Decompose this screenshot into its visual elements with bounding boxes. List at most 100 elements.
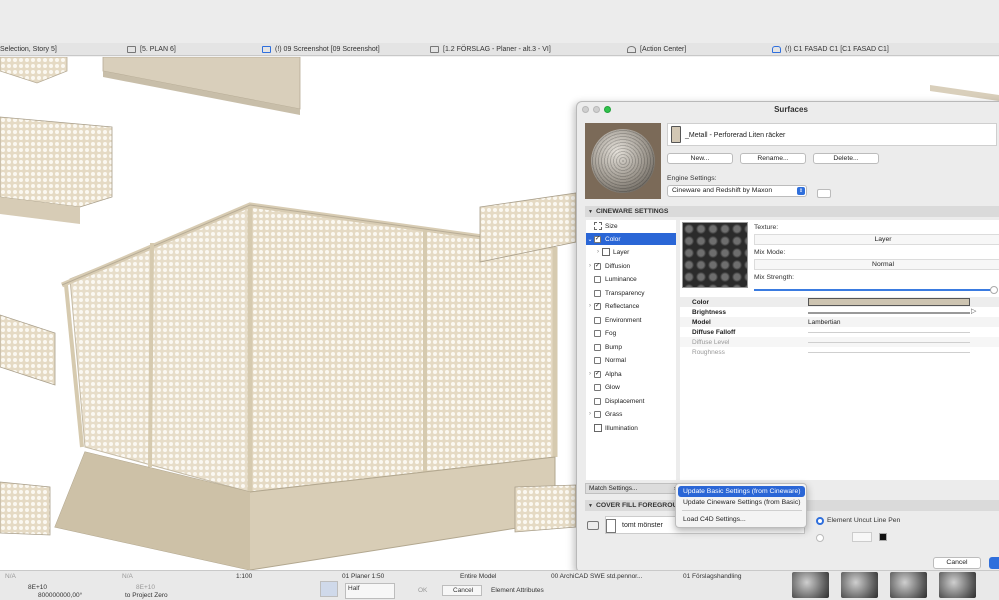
material-thumbnail-1[interactable] [792, 572, 829, 598]
layer-combination-value[interactable]: 01 Planer 1:50 [342, 573, 384, 580]
window-controls [582, 106, 611, 113]
tree-item-size[interactable]: Size [586, 220, 676, 232]
tree-item-alpha[interactable]: › ✓ Alpha [586, 368, 676, 380]
engine-info-icon[interactable] [817, 189, 831, 198]
model-view-value[interactable]: Entire Model [460, 573, 497, 580]
tree-item-transparency[interactable]: Transparency [586, 287, 676, 299]
tree-label: Environment [605, 316, 642, 324]
uncut-line-radio[interactable] [816, 517, 824, 525]
bump-checkbox[interactable] [594, 343, 601, 351]
pen-number-field[interactable] [852, 532, 872, 542]
cineware-settings-header[interactable]: ▼ CINEWARE SETTINGS [585, 206, 999, 217]
prop-name: Brightness [692, 308, 726, 316]
menu-item-update-basic[interactable]: Update Basic Settings (from Cineware) [678, 486, 805, 497]
window-toolbar [0, 0, 999, 43]
toolbar-toggle-icon[interactable] [320, 581, 338, 597]
project-zero-label[interactable]: to Project Zero [125, 592, 168, 599]
zoom-window-button[interactable] [604, 106, 611, 113]
tab-selection[interactable]: Selection, Story 5] [0, 43, 57, 56]
action-center-icon [627, 46, 636, 53]
pen-set-value[interactable]: 00 ArchiCAD SWE std.pennor... [551, 573, 642, 580]
glow-checkbox[interactable] [594, 383, 601, 391]
minimize-window-button[interactable] [593, 106, 600, 113]
tab-plan-6[interactable]: [5. PLAN 6] [127, 43, 176, 56]
material-thumbnail-3[interactable] [890, 572, 927, 598]
tree-label: Alpha [605, 370, 622, 378]
scale-value[interactable]: 1:100 [236, 573, 252, 580]
tree-item-bump[interactable]: Bump [586, 341, 676, 353]
triangle-right-icon: ▷ [971, 308, 977, 315]
delta-x-value: 8E+10 [28, 584, 47, 591]
transparency-checkbox[interactable] [594, 289, 601, 297]
match-settings-button[interactable]: Match Settings...› [585, 483, 680, 494]
menu-item-load-c4d[interactable]: Load C4D Settings... [678, 514, 805, 525]
color-bar[interactable] [808, 298, 970, 306]
material-preview [585, 123, 661, 199]
normal-checkbox[interactable] [594, 356, 601, 364]
mix-strength-handle[interactable] [990, 286, 998, 294]
color-checkbox[interactable]: ✓ [594, 235, 601, 243]
material-name-field[interactable]: _Metall - Perforerad Liten räcker [667, 123, 997, 146]
fog-checkbox[interactable] [594, 329, 601, 337]
pen-color-swatch[interactable] [879, 533, 887, 541]
tree-label: Displacement [605, 397, 645, 405]
ok-button[interactable] [989, 557, 999, 569]
tree-item-color[interactable]: ⌄ ✓ Color [586, 233, 676, 245]
new-button[interactable]: New... [667, 153, 733, 164]
cancel-status-button[interactable]: Cancel [442, 585, 482, 596]
cancel-button[interactable]: Cancel [933, 557, 981, 569]
tree-label: Color [605, 235, 621, 243]
alpha-checkbox[interactable]: ✓ [594, 370, 601, 378]
graphic-override-value[interactable]: 01 Förslagshandling [683, 573, 742, 580]
tree-item-environment[interactable]: Environment [586, 314, 676, 326]
delete-button[interactable]: Delete... [813, 153, 879, 164]
tab-forslag[interactable]: [1.2 FÖRSLAG - Planer - alt.3 - VI] [430, 43, 551, 56]
material-thumbnail-2[interactable] [841, 572, 878, 598]
cover-fill-label: COVER FILL FOREGROUN [595, 502, 683, 509]
tree-item-illumination[interactable]: Illumination [586, 422, 676, 434]
close-window-button[interactable] [582, 106, 589, 113]
material-name: _Metall - Perforerad Liten räcker [685, 132, 786, 139]
menu-item-update-cineware[interactable]: Update Cineware Settings (from Basic) [678, 497, 805, 508]
material-thumbnail-4[interactable] [939, 572, 976, 598]
half-field[interactable]: Half [345, 583, 395, 599]
engine-select[interactable]: Cineware and Redshift by Maxon ⇕ [667, 185, 807, 197]
match-settings-label: Match Settings... [589, 485, 638, 492]
texture-field[interactable]: Layer [754, 234, 999, 245]
brightness-slider[interactable] [808, 312, 970, 314]
layout-icon [430, 46, 439, 53]
tree-item-reflectance[interactable]: › ✓ Reflectance [586, 300, 676, 312]
prop-model[interactable]: Model Lambertian [680, 317, 999, 327]
tree-item-displacement[interactable]: Displacement [586, 395, 676, 407]
luminance-checkbox[interactable] [594, 275, 601, 283]
chevron-right-icon: › [589, 371, 591, 377]
tree-item-normal[interactable]: Normal [586, 354, 676, 366]
tree-item-fog[interactable]: Fog [586, 327, 676, 339]
diffuse-falloff-slider[interactable] [808, 332, 970, 333]
mix-mode-field[interactable]: Normal [754, 259, 999, 270]
tree-label: Bump [605, 343, 622, 351]
tree-item-grass[interactable]: › Grass [586, 408, 676, 420]
tree-item-layer[interactable]: › Layer [586, 246, 676, 258]
element-attributes-dropdown[interactable]: Element Attributes [491, 587, 544, 594]
material-color-swatch [671, 126, 681, 143]
tab-fasad-c1[interactable]: (!) C1 FASAD C1 [C1 FASAD C1] [772, 43, 889, 56]
reflectance-checkbox[interactable]: ✓ [594, 302, 601, 310]
tab-label: (!) C1 FASAD C1 [C1 FASAD C1] [785, 46, 889, 53]
tab-action-center[interactable]: [Action Center] [627, 43, 686, 56]
ok-status-button[interactable]: OK [418, 587, 427, 594]
tree-item-luminance[interactable]: Luminance [586, 273, 676, 285]
displacement-checkbox[interactable] [594, 397, 601, 405]
rename-button[interactable]: Rename... [740, 153, 806, 164]
texture-preview [682, 222, 748, 288]
tree-item-glow[interactable]: Glow [586, 381, 676, 393]
diffusion-checkbox[interactable]: ✓ [594, 262, 601, 270]
environment-checkbox[interactable] [594, 316, 601, 324]
tree-item-diffusion[interactable]: › ✓ Diffusion [586, 260, 676, 272]
tab-label: [5. PLAN 6] [140, 46, 176, 53]
second-radio[interactable] [816, 534, 824, 542]
tab-screenshot[interactable]: (!) 09 Screenshot [09 Screenshot] [262, 43, 380, 56]
mix-strength-slider[interactable] [754, 289, 992, 291]
grass-checkbox[interactable] [594, 410, 601, 418]
model-value: Lambertian [808, 318, 841, 326]
